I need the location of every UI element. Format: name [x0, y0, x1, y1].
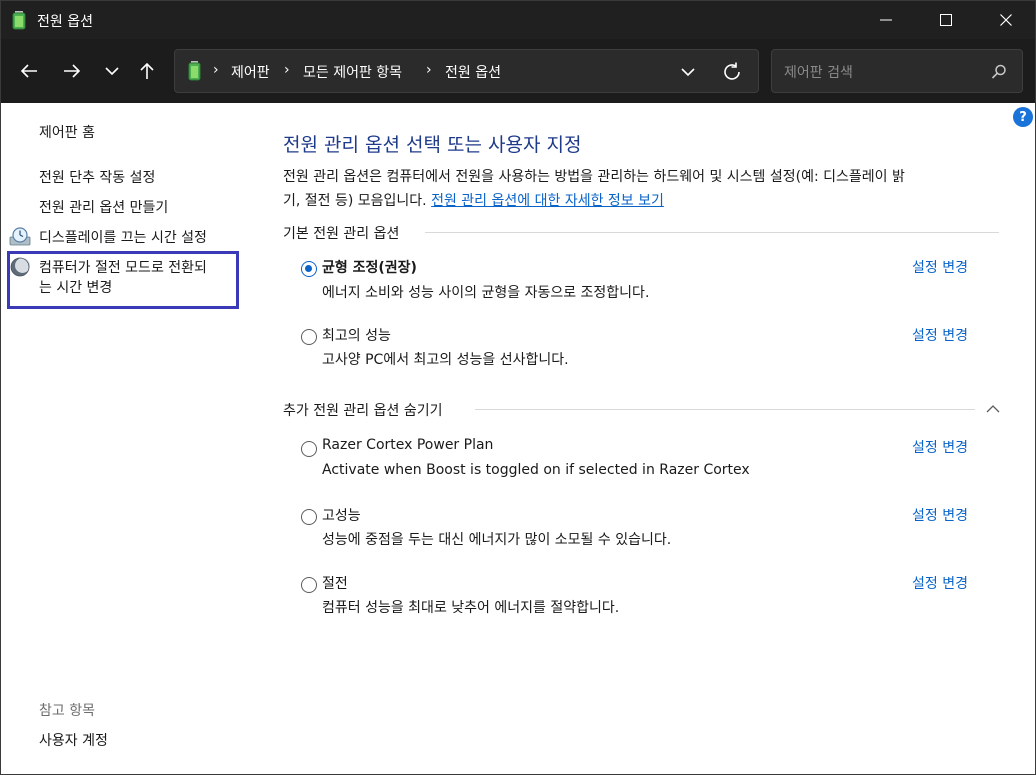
- razer-plan-radio[interactable]: [301, 441, 317, 457]
- battery-power-icon: [12, 11, 26, 30]
- arrow-right-icon: [64, 64, 81, 78]
- plan-description: 성능에 중점을 두는 대신 에너지가 많이 소모될 수 있습니다.: [322, 532, 672, 548]
- power-options-window: 전원 옵션 › 제어판 › 모든 제어판 항목 › 전원 옵션 제어판 검색 ?…: [0, 0, 1036, 775]
- page-title: 전원 관리 옵션 선택 또는 사용자 지정: [283, 134, 582, 156]
- sleep-time-link-line1[interactable]: 컴퓨터가 절전 모드로 전환되: [39, 257, 207, 277]
- forward-button[interactable]: [57, 57, 87, 85]
- navigation-bar: › 제어판 › 모든 제어판 항목 › 전원 옵션 제어판 검색: [1, 39, 1035, 103]
- breadcrumb-power-options[interactable]: 전원 옵션: [445, 62, 501, 82]
- breadcrumb-separator: ›: [213, 62, 219, 78]
- chevron-down-icon[interactable]: [678, 64, 698, 80]
- user-accounts-link[interactable]: 사용자 계정: [39, 730, 108, 750]
- sleep-time-link-line2[interactable]: 는 시간 변경: [39, 277, 112, 297]
- control-panel-home-link[interactable]: 제어판 홈: [39, 122, 95, 142]
- minimize-icon: [880, 19, 892, 21]
- change-settings-link[interactable]: 설정 변경: [912, 573, 968, 593]
- close-icon: [1000, 14, 1012, 26]
- description-line1: 전원 관리 옵션은 컴퓨터에서 전원을 사용하는 방법을 관리하는 하드웨어 및…: [283, 169, 905, 185]
- up-button[interactable]: [132, 57, 162, 85]
- maximize-icon: [940, 14, 952, 26]
- page-description: 전원 관리 옵션은 컴퓨터에서 전원을 사용하는 방법을 관리하는 하드웨어 및…: [283, 165, 1008, 213]
- refresh-icon[interactable]: [720, 61, 744, 83]
- description-line2: 기, 절전 등) 모음입니다.: [283, 193, 432, 209]
- plan-name[interactable]: 균형 조정(권장): [322, 257, 417, 277]
- search-input[interactable]: 제어판 검색: [771, 49, 1023, 93]
- create-power-plan-link[interactable]: 전원 관리 옵션 만들기: [39, 197, 168, 217]
- plan-description: Activate when Boost is toggled on if sel…: [322, 462, 750, 478]
- arrow-up-icon: [140, 62, 154, 79]
- extra-plans-heading[interactable]: 추가 전원 관리 옵션 숨기기: [283, 400, 442, 420]
- balanced-plan-radio[interactable]: [301, 261, 317, 277]
- section-divider: [475, 409, 975, 410]
- address-bar[interactable]: › 제어판 › 모든 제어판 항목 › 전원 옵션: [174, 49, 759, 93]
- plan-description: 에너지 소비와 성능 사이의 균형을 자동으로 조정합니다.: [322, 285, 650, 301]
- change-settings-link[interactable]: 설정 변경: [912, 257, 968, 277]
- moon-sleep-icon: [10, 257, 30, 277]
- minimize-button[interactable]: [863, 1, 909, 39]
- search-placeholder: 제어판 검색: [784, 65, 853, 81]
- see-also-label: 참고 항목: [39, 703, 95, 719]
- plan-description: 컴퓨터 성능을 최대로 낮추어 에너지를 절약합니다.: [322, 600, 620, 616]
- power-saver-radio[interactable]: [301, 577, 317, 593]
- change-settings-link[interactable]: 설정 변경: [912, 505, 968, 525]
- maximize-button[interactable]: [923, 1, 969, 39]
- plan-name[interactable]: Razer Cortex Power Plan: [322, 437, 493, 453]
- change-settings-link[interactable]: 설정 변경: [912, 437, 968, 457]
- chevron-up-icon[interactable]: [985, 403, 1001, 415]
- breadcrumb-separator: ›: [284, 62, 290, 78]
- title-bar: 전원 옵션: [1, 1, 1035, 39]
- battery-power-icon: [188, 61, 201, 81]
- plan-name[interactable]: 고성능: [322, 505, 361, 525]
- more-info-link[interactable]: 전원 관리 옵션에 대한 자세한 정보 보기: [431, 193, 664, 209]
- clock-display-icon: [9, 227, 31, 246]
- close-button[interactable]: [983, 1, 1029, 39]
- basic-plans-heading: 기본 전원 관리 옵션: [283, 226, 400, 242]
- breadcrumb-all-items[interactable]: 모든 제어판 항목: [303, 62, 402, 82]
- power-button-settings-link[interactable]: 전원 단추 작동 설정: [39, 167, 155, 187]
- plan-description: 고사양 PC에서 최고의 성능을 선사합니다.: [322, 352, 569, 368]
- section-divider: [425, 232, 999, 233]
- breadcrumb-separator: ›: [426, 62, 432, 78]
- plan-name[interactable]: 최고의 성능: [322, 325, 391, 345]
- ultimate-performance-radio[interactable]: [301, 329, 317, 345]
- display-off-time-link[interactable]: 디스플레이를 끄는 시간 설정: [39, 227, 207, 247]
- chevron-down-icon: [105, 67, 119, 76]
- change-settings-link[interactable]: 설정 변경: [912, 325, 968, 345]
- back-button[interactable]: [14, 57, 44, 85]
- high-performance-radio[interactable]: [301, 509, 317, 525]
- help-button[interactable]: ?: [1013, 107, 1033, 127]
- arrow-left-icon: [20, 64, 37, 78]
- search-icon: [991, 64, 1006, 79]
- breadcrumb-control-panel[interactable]: 제어판: [231, 62, 270, 82]
- recent-locations-button[interactable]: [97, 57, 127, 85]
- window-title: 전원 옵션: [37, 14, 93, 30]
- plan-name[interactable]: 절전: [322, 573, 348, 593]
